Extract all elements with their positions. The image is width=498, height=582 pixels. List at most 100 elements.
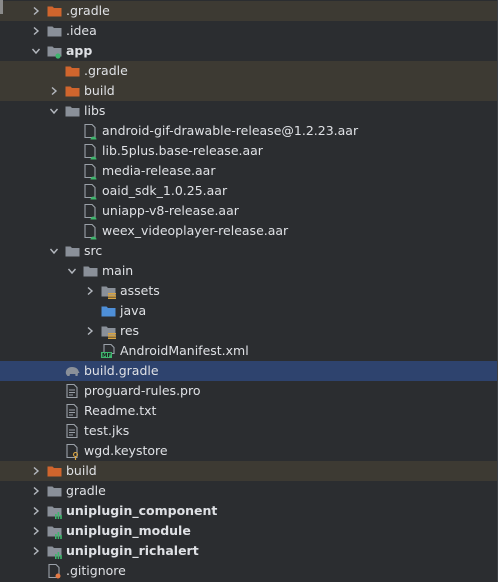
aar-file-icon	[82, 161, 98, 181]
source-folder-icon	[100, 301, 116, 321]
folder-excluded-icon	[46, 461, 62, 481]
tree-item-label: Readme.txt	[84, 403, 157, 418]
text-file-icon	[64, 401, 80, 421]
tree-row-libs[interactable]: libs	[0, 101, 498, 121]
tree-row-test-jks[interactable]: test.jks	[0, 421, 498, 441]
tree-item-label: weex_videoplayer-release.aar	[102, 223, 289, 238]
aar-file-icon	[82, 201, 98, 221]
library-module-icon	[46, 521, 62, 541]
tree-item-label: src	[84, 243, 103, 258]
chevron-down-icon[interactable]	[46, 241, 62, 261]
gradle-elephant-icon	[64, 361, 80, 381]
chevron-right-icon[interactable]	[28, 481, 44, 501]
folder-icon	[82, 261, 98, 281]
text-file-icon	[64, 421, 80, 441]
gitignore-file-icon	[46, 561, 62, 581]
aar-file-icon	[82, 221, 98, 241]
manifest-file-icon: MF	[100, 341, 116, 361]
chevron-right-icon[interactable]	[28, 21, 44, 41]
tree-item-label: main	[102, 263, 134, 278]
chevron-down-icon[interactable]	[64, 261, 80, 281]
chevron-right-icon[interactable]	[28, 461, 44, 481]
folder-excluded-icon	[64, 81, 80, 101]
tree-row-gradle[interactable]: gradle	[0, 481, 498, 501]
tree-item-label: build.gradle	[84, 363, 159, 378]
tree-row-idea[interactable]: .idea	[0, 21, 498, 41]
chevron-down-icon[interactable]	[46, 101, 62, 121]
folder-icon	[64, 101, 80, 121]
tree-item-label: oaid_sdk_1.0.25.aar	[102, 183, 228, 198]
tree-row-java[interactable]: java	[0, 301, 498, 321]
tree-item-label: uniplugin_component	[66, 503, 218, 518]
tree-item-label: uniplugin_richalert	[66, 543, 199, 558]
text-file-icon	[64, 381, 80, 401]
tree-row-gradle[interactable]: .gradle	[0, 61, 498, 81]
tree-row-assets[interactable]: assets	[0, 281, 498, 301]
folder-excluded-icon	[46, 1, 62, 21]
tree-row-weex-videoplayer-release-aar[interactable]: weex_videoplayer-release.aar	[0, 221, 498, 241]
tree-row-build[interactable]: build	[0, 461, 498, 481]
chevron-right-icon[interactable]	[46, 81, 62, 101]
tree-item-label: app	[66, 43, 93, 58]
tree-item-label: lib.5plus.base-release.aar	[102, 143, 263, 158]
aar-file-icon	[82, 141, 98, 161]
chevron-down-icon[interactable]	[28, 41, 44, 61]
tree-item-label: AndroidManifest.xml	[120, 343, 249, 358]
tree-item-label: wgd.keystore	[84, 443, 168, 458]
tree-row-build[interactable]: build	[0, 81, 498, 101]
tree-row-gradle[interactable]: .gradle	[0, 1, 498, 21]
tree-row-lib-5plus-base-release-aar[interactable]: lib.5plus.base-release.aar	[0, 141, 498, 161]
chevron-right-icon[interactable]	[82, 281, 98, 301]
tree-row-uniplugin-module[interactable]: uniplugin_module	[0, 521, 498, 541]
tree-item-label: .gradle	[84, 63, 128, 78]
tree-row-wgd-keystore[interactable]: wgd.keystore	[0, 441, 498, 461]
tree-item-label: build	[66, 463, 97, 478]
chevron-right-icon[interactable]	[28, 501, 44, 521]
tree-row-uniplugin-component[interactable]: uniplugin_component	[0, 501, 498, 521]
resources-folder-icon	[100, 321, 116, 341]
tree-row-main[interactable]: main	[0, 261, 498, 281]
folder-icon	[64, 241, 80, 261]
project-tree: .gradle .idea app .gradle build libs android-g…	[0, 0, 498, 582]
tree-item-label: android-gif-drawable-release@1.2.23.aar	[102, 123, 359, 138]
chevron-right-icon[interactable]	[28, 1, 44, 21]
tree-item-label: assets	[120, 283, 160, 298]
resources-folder-icon	[100, 281, 116, 301]
tree-item-label: proguard-rules.pro	[84, 383, 201, 398]
tree-item-label: .idea	[66, 23, 97, 38]
tree-item-label: uniplugin_module	[66, 523, 191, 538]
folder-excluded-icon	[64, 61, 80, 81]
tree-row-uniapp-v8-release-aar[interactable]: uniapp-v8-release.aar	[0, 201, 498, 221]
library-module-icon	[46, 541, 62, 561]
tree-row-proguard-rules-pro[interactable]: proguard-rules.pro	[0, 381, 498, 401]
chevron-right-icon[interactable]	[82, 321, 98, 341]
tree-row-oaid-sdk-1-0-25-aar[interactable]: oaid_sdk_1.0.25.aar	[0, 181, 498, 201]
tree-item-label: test.jks	[84, 423, 130, 438]
tree-row-gitignore[interactable]: .gitignore	[0, 561, 498, 581]
window-corner-marker	[0, 0, 3, 14]
tree-item-label: .gradle	[66, 3, 110, 18]
tree-row-app[interactable]: app	[0, 41, 498, 61]
tree-item-label: uniapp-v8-release.aar	[102, 203, 239, 218]
aar-file-icon	[82, 181, 98, 201]
chevron-right-icon[interactable]	[28, 521, 44, 541]
module-folder-icon	[46, 41, 62, 61]
chevron-right-icon[interactable]	[28, 541, 44, 561]
tree-row-src[interactable]: src	[0, 241, 498, 261]
folder-icon	[46, 21, 62, 41]
tree-row-androidmanifest-xml[interactable]: MF AndroidManifest.xml	[0, 341, 498, 361]
tree-item-label: libs	[84, 103, 106, 118]
tree-item-label: java	[120, 303, 147, 318]
tree-row-readme-txt[interactable]: Readme.txt	[0, 401, 498, 421]
keystore-file-icon	[64, 441, 80, 461]
tree-item-label: .gitignore	[66, 563, 126, 578]
library-module-icon	[46, 501, 62, 521]
tree-row-media-release-aar[interactable]: media-release.aar	[0, 161, 498, 181]
tree-item-label: build	[84, 83, 115, 98]
tree-item-label: res	[120, 323, 140, 338]
tree-row-uniplugin-richalert[interactable]: uniplugin_richalert	[0, 541, 498, 561]
tree-item-label: gradle	[66, 483, 106, 498]
tree-row-res[interactable]: res	[0, 321, 498, 341]
tree-row-android-gif-drawable-release-1-2-23-aar[interactable]: android-gif-drawable-release@1.2.23.aar	[0, 121, 498, 141]
tree-row-build-gradle[interactable]: build.gradle	[0, 361, 498, 381]
